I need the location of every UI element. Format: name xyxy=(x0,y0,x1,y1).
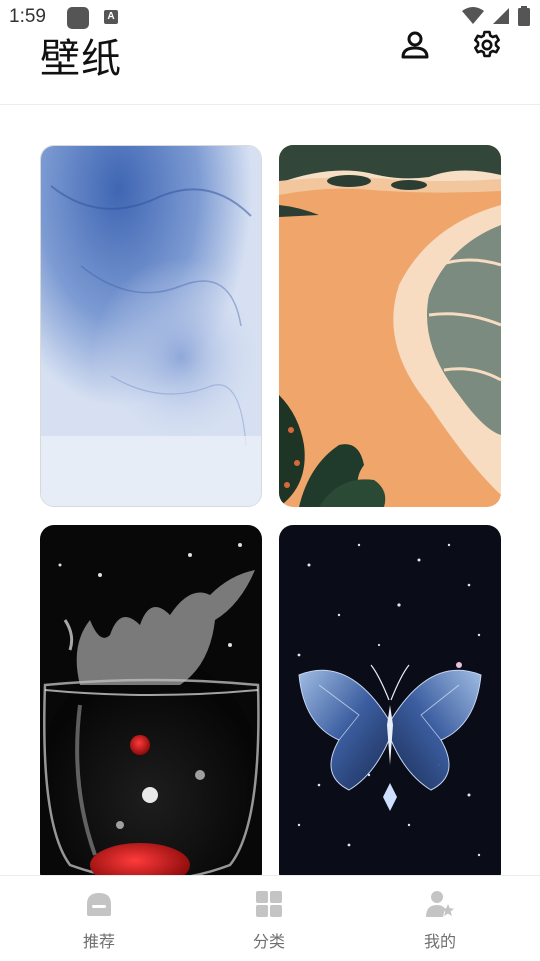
wallpaper-card-butterfly[interactable] xyxy=(279,525,501,887)
page-title: 壁纸 xyxy=(40,36,122,82)
profile-button[interactable] xyxy=(398,28,432,62)
wallpaper-image-butterfly xyxy=(279,525,501,887)
nav-label-mine: 我的 xyxy=(423,932,456,951)
bottom-nav: 推荐 分类 我的 xyxy=(0,875,540,961)
gear-icon xyxy=(474,30,500,58)
wallpaper-card-blue-ink[interactable] xyxy=(40,145,262,507)
nav-label-category: 分类 xyxy=(252,932,285,951)
notification-a-icon: A xyxy=(104,10,118,24)
wallpaper-card-water-splash[interactable] xyxy=(40,525,262,887)
user-star-icon xyxy=(426,891,454,917)
person-icon xyxy=(401,31,429,59)
wifi-icon xyxy=(462,7,484,24)
settings-button[interactable] xyxy=(470,28,504,62)
wallpaper-image-blue-ink xyxy=(41,146,261,506)
grid-icon xyxy=(256,891,282,917)
home-icon xyxy=(87,893,111,916)
battery-icon xyxy=(518,6,530,26)
cellular-signal-icon xyxy=(493,8,509,24)
wallpaper-card-beach[interactable] xyxy=(279,145,501,507)
nav-item-category[interactable]: 分类 xyxy=(209,890,329,952)
status-indicators xyxy=(462,6,530,26)
nav-item-mine[interactable]: 我的 xyxy=(380,890,500,952)
nav-label-recommend: 推荐 xyxy=(82,932,115,951)
app-header: 壁纸 xyxy=(0,24,540,105)
wallpaper-image-beach xyxy=(279,145,501,507)
wallpaper-image-water-splash xyxy=(40,525,262,887)
nav-item-recommend[interactable]: 推荐 xyxy=(39,890,159,952)
